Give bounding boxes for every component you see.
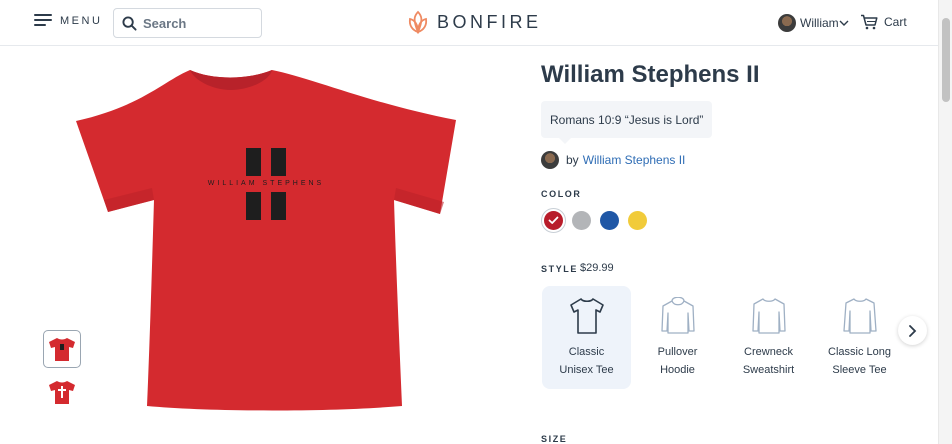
menu-button[interactable]: MENU — [34, 14, 102, 27]
style-name-line2: Sleeve Tee — [832, 364, 887, 376]
product-title: William Stephens II — [541, 61, 760, 88]
selected-swatch-fill — [544, 211, 563, 230]
thumbnail-back[interactable] — [43, 373, 81, 411]
hoodie-icon — [661, 297, 695, 334]
creator-link[interactable]: William Stephens II — [583, 153, 686, 167]
creator-byline: by William Stephens II — [541, 151, 685, 169]
style-option-crewneck-sweatshirt[interactable]: Crewneck Sweatshirt — [724, 286, 813, 389]
shirt-print-text: WILLIAM STEPHENS — [208, 180, 324, 187]
t-shirt-thumb-icon — [49, 338, 75, 361]
size-label: SIZE — [541, 434, 568, 444]
by-prefix: by — [566, 153, 579, 167]
t-shirt-back-thumb-icon — [49, 381, 75, 404]
color-swatch-gray[interactable] — [572, 211, 591, 230]
cart-icon — [861, 14, 878, 30]
brand-logo[interactable]: BONFIRE — [407, 10, 542, 34]
user-name: William — [800, 16, 839, 30]
scrollbar-thumb[interactable] — [942, 18, 950, 102]
style-name-line1: Classic — [568, 346, 605, 358]
color-swatch-yellow[interactable] — [628, 211, 647, 230]
chevron-down-icon — [839, 20, 849, 26]
style-name-line1: Classic Long — [828, 346, 891, 358]
creator-avatar — [541, 151, 559, 169]
product-description-bubble: Romans 10:9 “Jesus is Lord” — [541, 101, 713, 144]
next-styles-button[interactable] — [898, 316, 927, 345]
cart-label: Cart — [884, 15, 907, 29]
color-swatch-red[interactable] — [541, 208, 566, 233]
style-option-pullover-hoodie[interactable]: Pullover Hoodie — [633, 286, 722, 389]
checkmark-icon — [548, 216, 559, 224]
search-icon — [122, 15, 137, 31]
style-name-line1: Crewneck — [744, 346, 793, 358]
top-header: MENU BONFIRE William Cart — [0, 0, 938, 46]
color-swatch-blue[interactable] — [600, 211, 619, 230]
brand-name: BONFIRE — [437, 11, 542, 32]
t-shirt-image: WILLIAM STEPHENS — [76, 70, 456, 411]
style-price: $29.99 — [580, 262, 614, 274]
color-label: COLOR — [541, 189, 582, 199]
cart-button[interactable]: Cart — [860, 14, 907, 30]
product-main-image[interactable]: WILLIAM STEPHENS — [72, 66, 462, 411]
search-box[interactable] — [113, 8, 262, 38]
chevron-right-icon — [909, 324, 917, 337]
user-menu[interactable]: William — [778, 14, 849, 32]
style-name-line1: Pullover — [657, 346, 698, 358]
style-name-line2: Hoodie — [660, 364, 695, 376]
menu-label: MENU — [60, 14, 103, 27]
user-avatar — [778, 14, 796, 32]
sweatshirt-icon — [752, 298, 786, 334]
page-scrollbar[interactable] — [938, 0, 952, 444]
thumbnail-front[interactable] — [43, 330, 81, 368]
flame-logo-icon — [408, 10, 428, 34]
style-option-classic-long-sleeve-tee[interactable]: Classic Long Sleeve Tee — [815, 286, 904, 389]
style-option-classic-unisex-tee[interactable]: Classic Unisex Tee — [542, 286, 631, 389]
style-label: STYLE — [541, 264, 579, 274]
style-name-line2: Sweatshirt — [742, 364, 795, 376]
search-input[interactable] — [143, 15, 253, 31]
style-name-line2: Unisex Tee — [559, 364, 614, 376]
hamburger-icon — [34, 14, 52, 27]
product-verse: Romans 10:9 “Jesus is Lord” — [550, 112, 704, 127]
tee-icon — [570, 298, 604, 334]
long-sleeve-tee-icon — [843, 298, 877, 334]
